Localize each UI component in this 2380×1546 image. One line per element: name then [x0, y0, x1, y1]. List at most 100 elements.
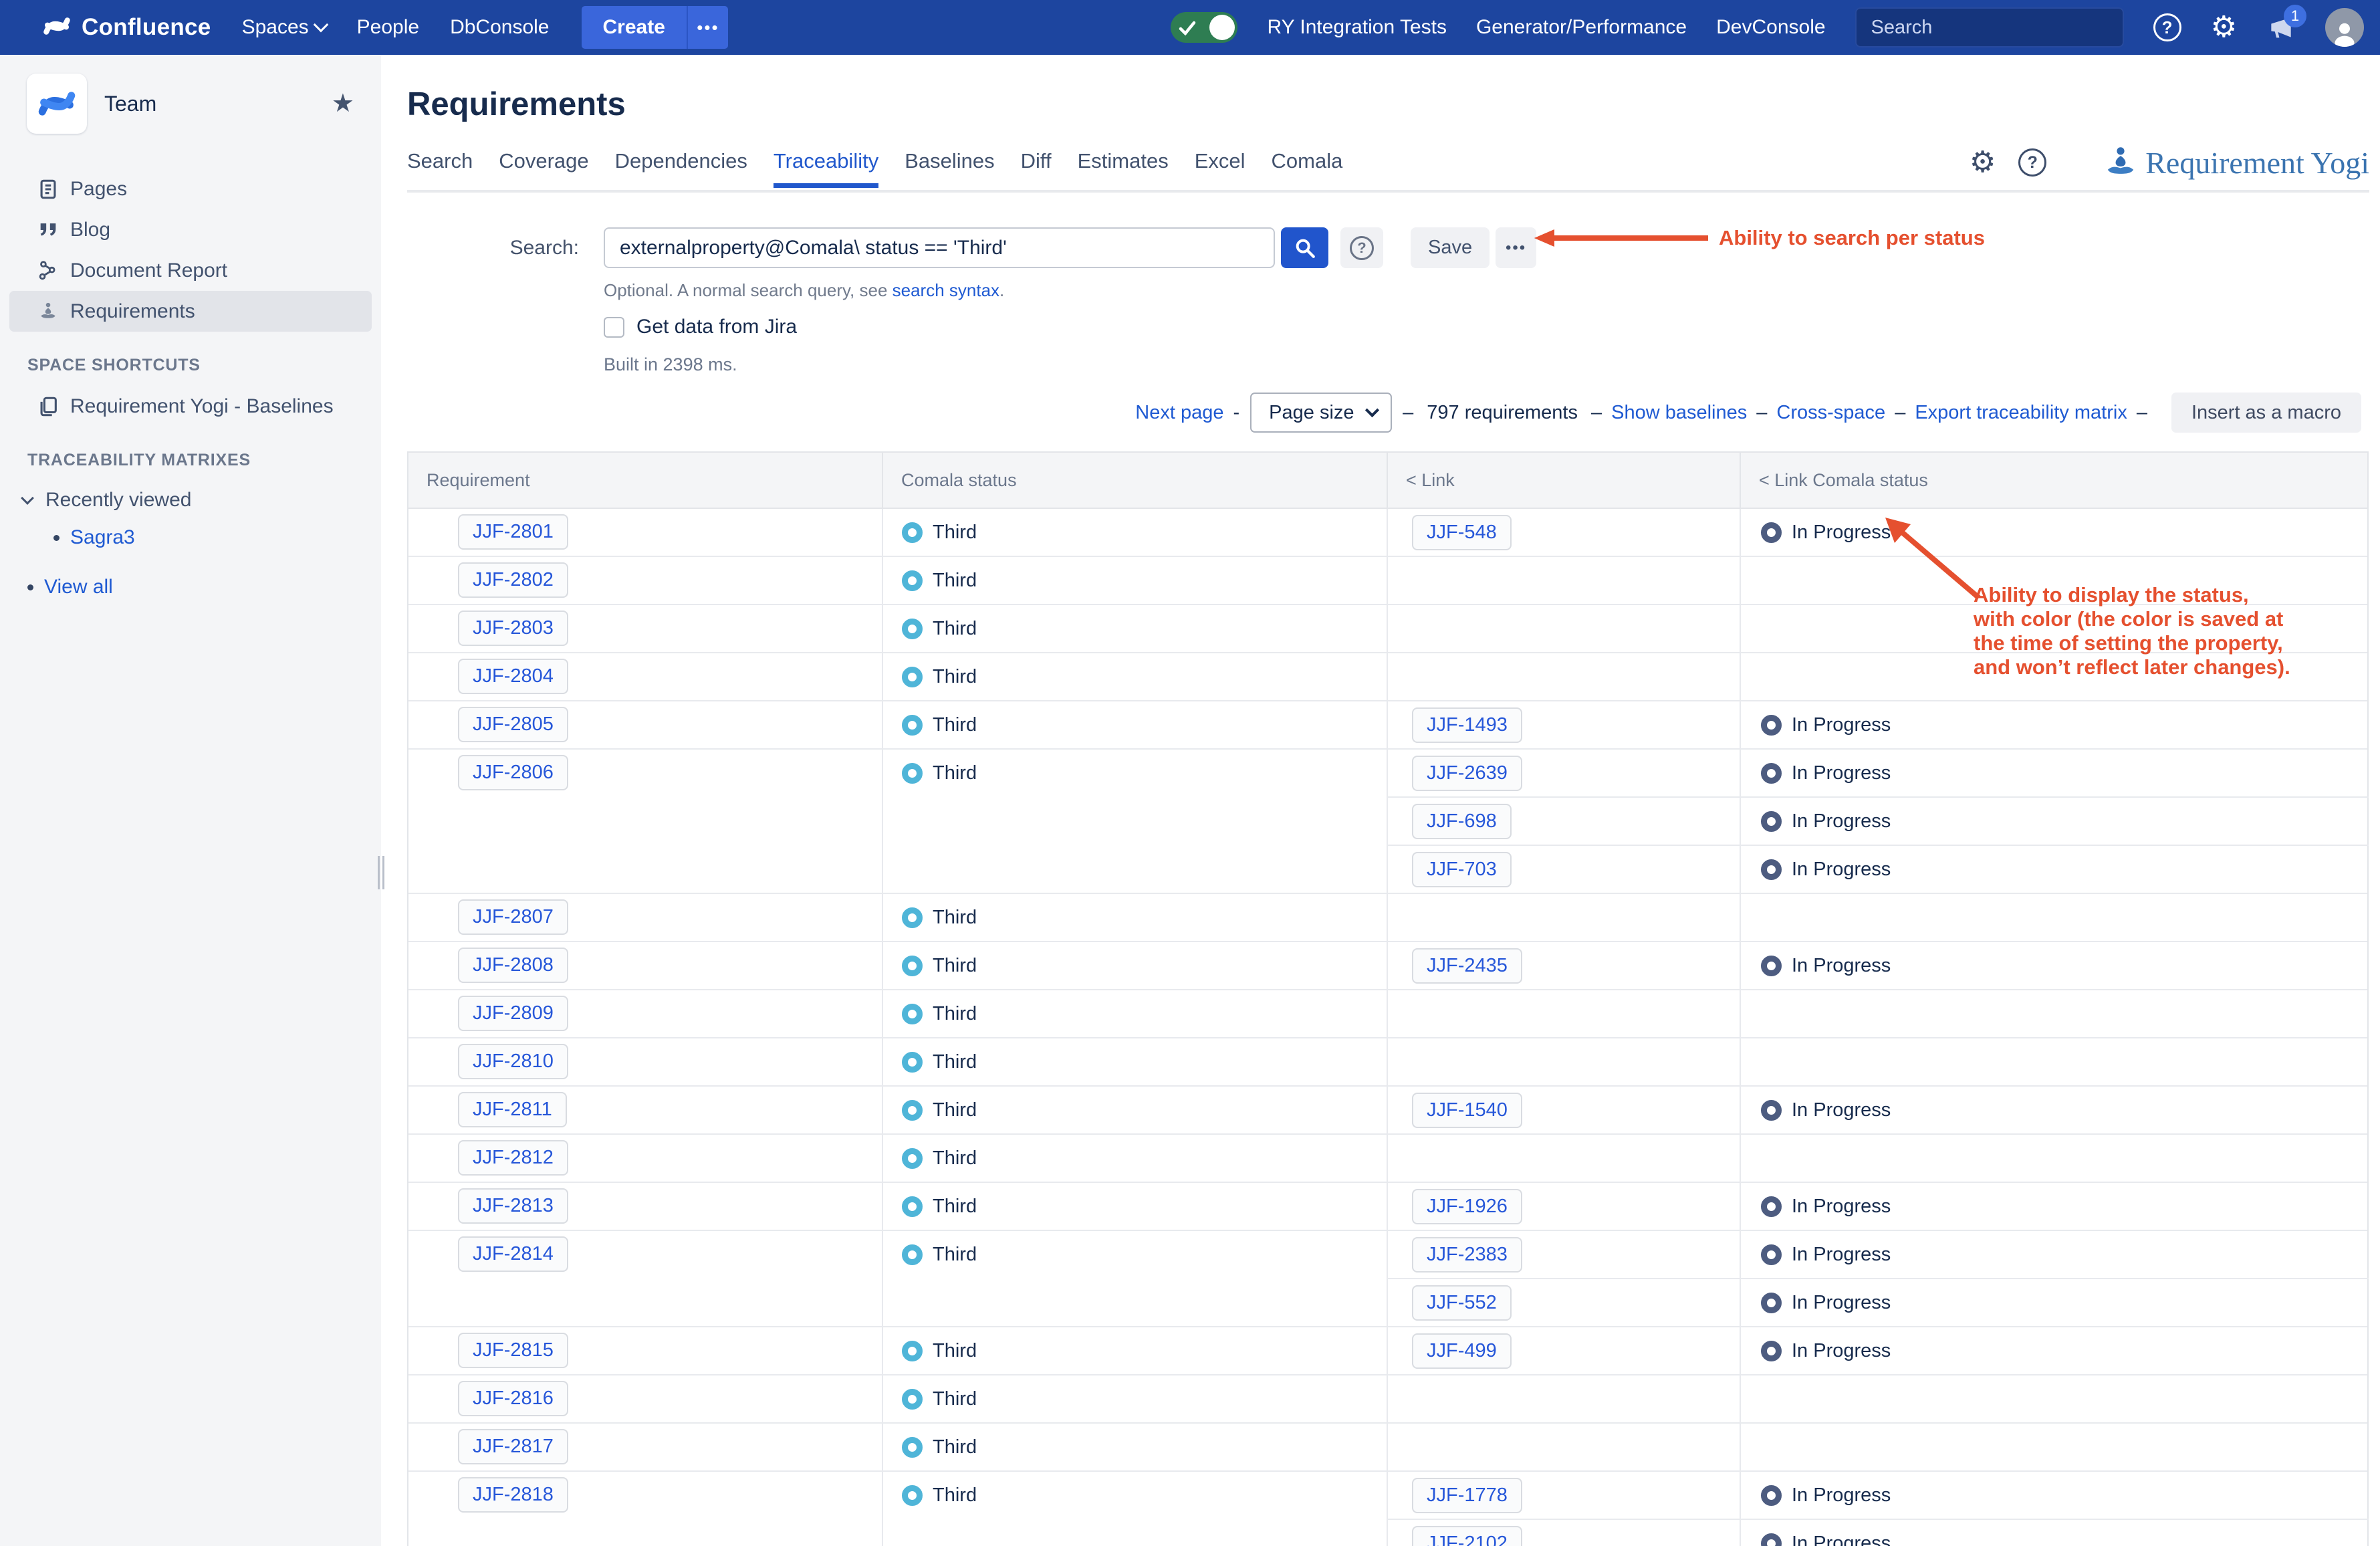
- link-cell: [1387, 1424, 1740, 1470]
- requirement-link[interactable]: JJF-2816: [458, 1381, 568, 1416]
- search-help-button[interactable]: ?: [1340, 227, 1383, 268]
- link-subrow: [1387, 1038, 2369, 1085]
- tab-estimates[interactable]: Estimates: [1078, 149, 1169, 185]
- export-traceability-matrix-link[interactable]: Export traceability matrix: [1915, 402, 2127, 424]
- nav-generator-performance[interactable]: Generator/Performance: [1476, 16, 1687, 39]
- page-size-select[interactable]: Page size: [1250, 393, 1392, 433]
- sidebar-item-document-report[interactable]: Document Report: [9, 250, 372, 291]
- view-all-link[interactable]: View all: [44, 576, 113, 598]
- run-search-button[interactable]: [1281, 227, 1328, 268]
- sidebar-item-ry-baselines[interactable]: Requirement Yogi - Baselines: [9, 386, 372, 427]
- requirement-link[interactable]: JJF-2817: [458, 1429, 568, 1464]
- tab-dependencies[interactable]: Dependencies: [615, 149, 747, 185]
- requirement-link[interactable]: JJF-2809: [458, 996, 568, 1031]
- status-circle-icon: [902, 522, 923, 543]
- linked-requirement-link[interactable]: JJF-2383: [1412, 1237, 1522, 1273]
- announcements-button[interactable]: 1: [2266, 13, 2296, 42]
- nav-people[interactable]: People: [357, 16, 419, 39]
- global-search[interactable]: [1855, 7, 2124, 47]
- tab-traceability[interactable]: Traceability: [774, 149, 878, 185]
- matrix-link-sagra3[interactable]: Sagra3: [70, 526, 135, 549]
- linked-requirement-link[interactable]: JJF-2435: [1412, 948, 1522, 984]
- help-icon[interactable]: ?: [2018, 148, 2046, 177]
- table-row: JJF-2805ThirdJJF-1493In Progress: [408, 700, 2367, 748]
- get-data-from-jira-checkbox[interactable]: [604, 317, 624, 338]
- dash: -: [1233, 402, 1239, 424]
- linked-requirement-link[interactable]: JJF-499: [1412, 1333, 1512, 1369]
- linked-requirement-link[interactable]: JJF-703: [1412, 852, 1512, 887]
- tab-search[interactable]: Search: [407, 149, 473, 185]
- requirement-link[interactable]: JJF-2808: [458, 948, 568, 983]
- linked-requirement-link[interactable]: JJF-1540: [1412, 1093, 1522, 1128]
- requirements-table-body: JJF-2801 Third JJF-548 In Progress JJF-2802 T…: [408, 509, 2367, 1546]
- linked-requirement-link[interactable]: JJF-2639: [1412, 756, 1522, 791]
- tab-coverage[interactable]: Coverage: [499, 149, 588, 185]
- linked-requirement-link[interactable]: JJF-2102: [1412, 1526, 1522, 1546]
- nav-dbconsole[interactable]: DbConsole: [450, 16, 549, 39]
- linked-requirement-link[interactable]: JJF-1926: [1412, 1189, 1522, 1224]
- tab-diff[interactable]: Diff: [1021, 149, 1052, 185]
- settings-gear-icon[interactable]: ⚙: [1970, 148, 1996, 177]
- settings-button[interactable]: ⚙: [2211, 13, 2237, 42]
- tab-baselines[interactable]: Baselines: [905, 149, 994, 185]
- sidebar-item-blog[interactable]: Blog: [9, 209, 372, 250]
- status-circle-icon: [1761, 1196, 1782, 1217]
- linked-requirement-link[interactable]: JJF-548: [1412, 515, 1512, 550]
- requirement-link[interactable]: JJF-2804: [458, 659, 568, 694]
- requirement-link[interactable]: JJF-2812: [458, 1140, 568, 1176]
- requirement-link[interactable]: JJF-2810: [458, 1044, 568, 1079]
- link-cell: JJF-698: [1387, 798, 1740, 845]
- show-baselines-link[interactable]: Show baselines: [1611, 402, 1747, 424]
- next-page-link[interactable]: Next page: [1135, 402, 1223, 424]
- cross-space-link[interactable]: Cross-space: [1776, 402, 1885, 424]
- confluence-logo-icon: [43, 12, 71, 43]
- requirement-link[interactable]: JJF-2805: [458, 707, 568, 742]
- requirement-link[interactable]: JJF-2806: [458, 755, 568, 790]
- star-icon[interactable]: ★: [332, 91, 354, 116]
- create-button[interactable]: Create: [582, 6, 687, 49]
- tab-comala[interactable]: Comala: [1272, 149, 1343, 185]
- requirement-cell: JJF-2806: [408, 750, 882, 893]
- status-label: Third: [933, 1003, 977, 1025]
- requirement-link[interactable]: JJF-2818: [458, 1477, 568, 1513]
- link-cell: JJF-2435: [1387, 942, 1740, 989]
- requirement-cell: JJF-2817: [408, 1424, 882, 1470]
- requirement-link[interactable]: JJF-2803: [458, 611, 568, 646]
- tab-excel[interactable]: Excel: [1195, 149, 1245, 185]
- navbar-more-button[interactable]: •••: [687, 6, 728, 49]
- nav-devconsole[interactable]: DevConsole: [1716, 16, 1825, 39]
- feature-toggle[interactable]: [1171, 12, 1237, 43]
- column-header-comala-status: Comala status: [882, 453, 1387, 508]
- requirement-link[interactable]: JJF-2814: [458, 1236, 568, 1272]
- nav-spaces[interactable]: Spaces: [242, 16, 326, 39]
- help-button[interactable]: ?: [2153, 13, 2181, 41]
- linked-requirement-link[interactable]: JJF-698: [1412, 804, 1512, 839]
- save-button[interactable]: Save: [1411, 227, 1490, 268]
- comala-status: Third: [902, 1340, 1380, 1362]
- nav-ry-integration-tests[interactable]: RY Integration Tests: [1267, 16, 1447, 39]
- requirement-link[interactable]: JJF-2807: [458, 899, 568, 935]
- requirement-link[interactable]: JJF-2815: [458, 1333, 568, 1368]
- requirement-link[interactable]: JJF-2801: [458, 514, 568, 550]
- table-row: JJF-2813ThirdJJF-1926In Progress: [408, 1182, 2367, 1230]
- status-label: In Progress: [1792, 1196, 1891, 1218]
- linked-requirement-link[interactable]: JJF-1493: [1412, 707, 1522, 743]
- query-input[interactable]: [604, 227, 1275, 268]
- recently-viewed-toggle[interactable]: Recently viewed: [0, 481, 381, 520]
- link-comala-status: In Progress: [1761, 1340, 1891, 1362]
- search-more-button[interactable]: •••: [1496, 227, 1536, 268]
- global-search-input[interactable]: [1871, 17, 2123, 39]
- sidebar-item-pages[interactable]: Pages: [9, 169, 372, 209]
- link-comala-status: In Progress: [1761, 859, 1891, 881]
- links-group: JJF-1493In Progress: [1387, 701, 2369, 748]
- search-syntax-link[interactable]: search syntax: [892, 280, 999, 300]
- requirement-link[interactable]: JJF-2813: [458, 1188, 568, 1224]
- sidebar-item-requirements[interactable]: Requirements: [9, 291, 372, 332]
- confluence-brand[interactable]: Confluence: [43, 12, 211, 43]
- profile-button[interactable]: [2325, 8, 2364, 47]
- requirement-link[interactable]: JJF-2811: [458, 1092, 567, 1127]
- linked-requirement-link[interactable]: JJF-552: [1412, 1285, 1512, 1321]
- requirement-link[interactable]: JJF-2802: [458, 562, 568, 598]
- linked-requirement-link[interactable]: JJF-1778: [1412, 1478, 1522, 1513]
- insert-as-macro-button[interactable]: Insert as a macro: [2171, 393, 2361, 433]
